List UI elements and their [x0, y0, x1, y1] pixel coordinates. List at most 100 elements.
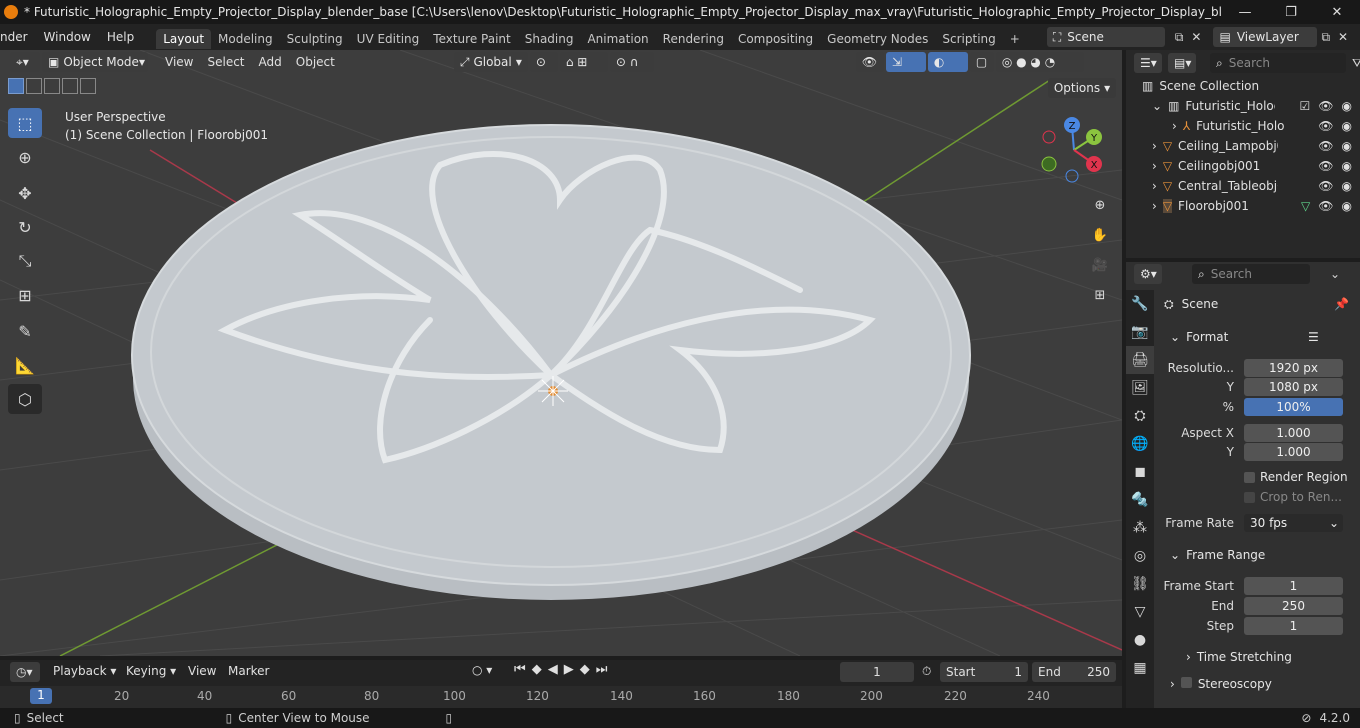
timeline-menu-playback[interactable]: Playback ▾ — [53, 664, 116, 678]
expand-chevron-icon[interactable]: › — [1152, 179, 1157, 193]
expand-chevron-icon[interactable]: › — [1152, 139, 1157, 153]
workspace-tab-modeling[interactable]: Modeling — [211, 29, 280, 49]
outliner-row-3[interactable]: › ▽ Ceilingobj001 👁 ◉ — [1126, 156, 1360, 176]
scale-tool-icon[interactable]: ⤡ — [8, 246, 42, 276]
xray-icon[interactable]: ▢ — [969, 52, 994, 72]
eye-icon[interactable]: 👁 — [1318, 159, 1333, 173]
outliner-row-1[interactable]: › ⅄ Futuristic_Holo 👁 ◉ — [1126, 116, 1360, 136]
workspace-tab-rendering[interactable]: Rendering — [656, 29, 731, 49]
rotate-tool-icon[interactable]: ↻ — [8, 212, 42, 242]
measure-tool-icon[interactable]: 📐 — [8, 350, 42, 380]
eye-icon[interactable]: 👁 — [1318, 99, 1333, 113]
properties-search-input[interactable]: ⌕ Search — [1192, 264, 1310, 284]
checkbox-icon[interactable]: ☑ — [1300, 99, 1311, 113]
outliner-row-scene-collection[interactable]: ▥ Scene Collection — [1126, 76, 1360, 96]
menu-select[interactable]: Select — [200, 55, 251, 69]
eye-icon[interactable]: 👁 — [1318, 199, 1333, 213]
select-box-tool-icon[interactable]: ⬚ — [8, 108, 42, 138]
aspect-y-field[interactable]: 1.000 — [1244, 443, 1343, 461]
minimize-icon[interactable]: — — [1222, 5, 1268, 20]
select-new-icon[interactable] — [8, 78, 24, 94]
select-extend-icon[interactable] — [26, 78, 42, 94]
start-frame-field[interactable]: Start 1 — [940, 662, 1028, 682]
delete-scene-icon[interactable]: ✕ — [1191, 30, 1201, 44]
render-region-checkbox[interactable] — [1244, 472, 1255, 483]
frame-range-panel-header[interactable]: ⌄ Frame Range — [1170, 548, 1265, 562]
overlay-toggle-icon[interactable]: ◐ — [927, 52, 968, 72]
stereoscopy-checkbox[interactable] — [1180, 677, 1192, 688]
expand-chevron-icon[interactable]: › — [1152, 199, 1157, 213]
add-cube-tool-icon[interactable]: ⬡ — [8, 384, 42, 414]
mesh-data-tab-icon[interactable]: ▽ — [1126, 598, 1154, 626]
select-intersect-icon[interactable] — [80, 78, 96, 94]
timeline-menu-view[interactable]: View — [188, 664, 216, 678]
workspace-tab-scripting[interactable]: Scripting — [935, 29, 1002, 49]
annotate-tool-icon[interactable]: ✎ — [8, 316, 42, 346]
current-frame-field[interactable]: 1 — [840, 662, 914, 682]
zoom-icon[interactable]: ⊕ — [1087, 192, 1113, 218]
constraints-tab-icon[interactable]: ⛓ — [1126, 570, 1154, 598]
eye-icon[interactable]: 👁 — [1318, 179, 1333, 193]
workspace-tab-compositing[interactable]: Compositing — [731, 29, 820, 49]
menu-view[interactable]: View — [158, 55, 200, 69]
workspace-tab-sculpting[interactable]: Sculpting — [280, 29, 350, 49]
end-frame-field[interactable]: End 250 — [1032, 662, 1116, 682]
expand-chevron-icon[interactable]: › — [1152, 159, 1157, 173]
close-icon[interactable]: ✕ — [1314, 5, 1360, 20]
new-view-layer-icon[interactable]: ⧉ — [1321, 30, 1330, 45]
options-dropdown[interactable]: Options ▾ — [1048, 78, 1116, 98]
frame-start-field[interactable]: 1 — [1244, 577, 1343, 595]
outliner-row-0[interactable]: ⌄ ▥ Futuristic_Holograp ☑ 👁 ◉ — [1126, 96, 1360, 116]
expand-chevron-icon[interactable]: › — [1172, 119, 1177, 133]
filter-icon[interactable]: ⛛ — [1352, 56, 1360, 71]
transform-tool-icon[interactable]: ⊞ — [8, 280, 42, 310]
editor-type-icon[interactable]: ⌖▾ — [10, 52, 40, 72]
menu-object[interactable]: Object — [289, 55, 342, 69]
render-tab-icon[interactable]: 📷 — [1126, 318, 1154, 346]
snap-icon[interactable]: ⌂ ⊞ — [559, 52, 608, 72]
jump-end-icon[interactable]: ⏭ — [596, 662, 614, 677]
resolution-y-field[interactable]: 1080 px — [1244, 378, 1343, 396]
modifier-tab-icon[interactable]: 🔩 — [1126, 486, 1154, 514]
presets-list-icon[interactable]: ☰ — [1308, 330, 1319, 344]
stereoscopy-panel-header[interactable]: › Stereoscopy — [1170, 677, 1272, 691]
jump-start-icon[interactable]: ⏮ — [514, 662, 532, 677]
timeline-editor-type-icon[interactable]: ◷▾ — [10, 662, 40, 682]
mode-selector[interactable]: ▣ Object Mode ▾ — [42, 52, 148, 72]
workspace-tab-geometry-nodes[interactable]: Geometry Nodes — [820, 29, 935, 49]
workspace-tab-texture-paint[interactable]: Texture Paint — [426, 29, 517, 49]
outliner-row-4[interactable]: › ▽ Central_Tableobj00 👁 ◉ — [1126, 176, 1360, 196]
maximize-icon[interactable]: ❐ — [1268, 5, 1314, 20]
new-scene-icon[interactable]: ⧉ — [1175, 30, 1184, 45]
outliner-row-2[interactable]: › ▽ Ceiling_Lampobj00 👁 ◉ — [1126, 136, 1360, 156]
next-keyframe-icon[interactable]: ◆ — [580, 662, 596, 677]
crop-checkbox[interactable] — [1244, 492, 1255, 503]
world-tab-icon[interactable]: 🌐 — [1126, 430, 1154, 458]
shading-mode-selector[interactable]: ◎ ● ◕ ◔ — [995, 52, 1084, 72]
neg-x-axis-gizmo-icon[interactable] — [1042, 130, 1056, 144]
expand-chevron-icon[interactable]: ⌄ — [1152, 99, 1162, 113]
menu-help[interactable]: Help — [99, 30, 142, 44]
preview-range-icon[interactable]: ⏱ — [922, 664, 931, 679]
eye-icon[interactable]: 👁 — [1318, 139, 1333, 153]
workspace-tab-uv-editing[interactable]: UV Editing — [350, 29, 427, 49]
frame-rate-dropdown[interactable]: 30 fps ⌄ — [1244, 514, 1343, 532]
auto-keying-icon[interactable]: ○ ▾ — [472, 663, 492, 677]
move-tool-icon[interactable]: ✥ — [8, 178, 42, 208]
outliner-display-mode-icon[interactable]: ▤▾ — [1168, 53, 1196, 73]
scene-selector[interactable]: ⛶ Scene — [1046, 27, 1165, 47]
particles-tab-icon[interactable]: ⁂ — [1126, 514, 1154, 542]
chevron-down-icon[interactable]: ⌄ — [1330, 267, 1340, 281]
menu-window[interactable]: Window — [36, 30, 99, 44]
cursor-tool-icon[interactable]: ⊕ — [8, 142, 42, 172]
timeline-ruler[interactable]: 1 20 40 60 80 100 120 140 160 180 200 22… — [0, 686, 1122, 708]
camera-render-icon[interactable]: ◉ — [1342, 159, 1352, 173]
tool-tab-icon[interactable]: 🔧 — [1126, 290, 1154, 318]
pin-icon[interactable]: 📌 — [1334, 297, 1349, 311]
properties-editor-type-icon[interactable]: ⚙▾ — [1134, 264, 1162, 284]
outliner-row-5[interactable]: › ▽ Floorobj001 ▽ 👁 ◉ — [1126, 196, 1360, 216]
outliner-editor-type-icon[interactable]: ☰▾ — [1134, 53, 1162, 73]
frame-end-field[interactable]: 250 — [1244, 597, 1343, 615]
physics-tab-icon[interactable]: ◎ — [1126, 542, 1154, 570]
menu-render[interactable]: nder — [0, 30, 36, 44]
